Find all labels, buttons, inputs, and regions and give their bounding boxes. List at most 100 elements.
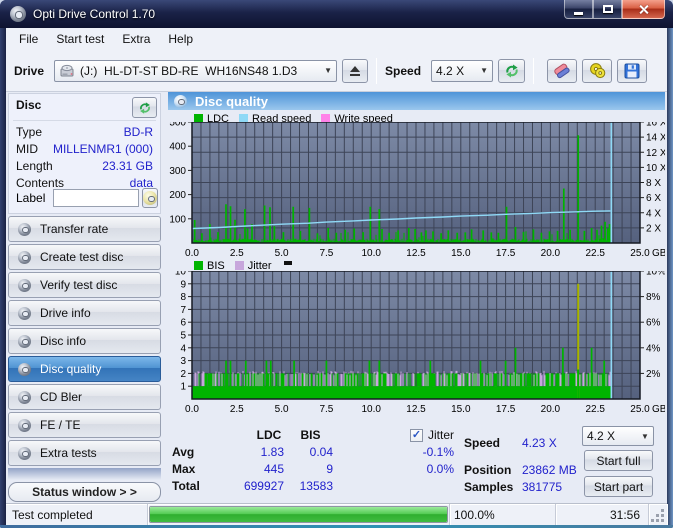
stat-row-label: Avg (172, 444, 222, 460)
sidebar-item-cd-bler[interactable]: CD Bler (8, 384, 161, 410)
disc-row-value: MILLENMR1 (000) (53, 141, 153, 158)
svg-text:1: 1 (180, 382, 186, 393)
menu-item-extra[interactable]: Extra (113, 29, 159, 49)
sidebar-item-label: Transfer rate (40, 222, 108, 236)
disc-info-row: TypeBD-R (16, 124, 153, 141)
stat-right-label: Samples (464, 479, 520, 495)
disc-icon (143, 191, 157, 205)
sidebar-item-fe-te[interactable]: FE / TE (8, 412, 161, 438)
app-window: Opti Drive Control 1.70 FileStart testEx… (0, 0, 673, 528)
svg-text:2.5: 2.5 (230, 404, 244, 415)
svg-text:7.5: 7.5 (319, 248, 333, 259)
sidebar-item-label: Drive info (40, 306, 91, 320)
sidebar-item-disc-quality[interactable]: Disc quality (8, 356, 161, 382)
disc-row-label: Length (16, 158, 53, 175)
drive-value: (J:) HL-DT-ST BD-RE WH16NS48 1.D3 (80, 64, 297, 78)
progress-cell (148, 504, 450, 525)
window-title: Opti Drive Control 1.70 (33, 7, 155, 21)
menu-item-file[interactable]: File (10, 29, 47, 49)
svg-text:14 X: 14 X (646, 133, 665, 144)
legend-mark (284, 261, 292, 265)
sidebar-item-label: Verify test disc (40, 278, 117, 292)
stat-right-label: Speed (464, 435, 520, 451)
svg-text:6%: 6% (646, 318, 661, 329)
eject-button[interactable] (342, 59, 368, 83)
svg-text:22.5: 22.5 (585, 248, 605, 259)
stat-ldc-value: 1.83 (222, 444, 284, 460)
speed-select[interactable]: 4.2 X ▼ (431, 60, 493, 82)
save-button[interactable] (617, 59, 647, 83)
svg-text:8%: 8% (646, 292, 661, 303)
svg-text:GB: GB (652, 248, 665, 259)
stat-jitter-value (358, 478, 454, 494)
disc-icon (18, 419, 31, 432)
minimize-icon (574, 12, 583, 15)
disc-panel-title: Disc (16, 98, 41, 112)
sidebar-item-verify-test-disc[interactable]: Verify test disc (8, 272, 161, 298)
ldc-speed-chart: 50040030020010016 X14 X12 X10 X8 X6 X4 X… (168, 122, 665, 265)
start-part-button[interactable]: Start part (584, 476, 653, 497)
stat-ldc-value: 699927 (222, 478, 284, 494)
disc-icon (18, 223, 31, 236)
sidebar-item-label: CD Bler (40, 390, 82, 404)
close-button[interactable] (622, 0, 665, 19)
stat-right-label: Position (464, 462, 520, 478)
disc-icon (18, 335, 31, 348)
svg-text:5.0: 5.0 (275, 248, 289, 259)
panel-header: Disc quality (168, 92, 665, 110)
svg-text:22.5: 22.5 (585, 404, 605, 415)
disc-label-button[interactable] (142, 188, 158, 208)
menu-item-start-test[interactable]: Start test (47, 29, 113, 49)
sidebar-item-label: FE / TE (40, 418, 80, 432)
svg-text:2 X: 2 X (646, 223, 661, 234)
divider (13, 120, 156, 121)
svg-text:8 X: 8 X (646, 178, 661, 189)
erase-button[interactable] (547, 59, 577, 83)
sidebar-item-transfer-rate[interactable]: Transfer rate (8, 216, 161, 242)
svg-text:10.0: 10.0 (361, 248, 381, 259)
drive-select[interactable]: (J:) HL-DT-ST BD-RE WH16NS48 1.D3 ▼ (54, 60, 337, 82)
svg-text:2.5: 2.5 (230, 248, 244, 259)
svg-text:7.5: 7.5 (319, 404, 333, 415)
label-field-label: Label (16, 191, 45, 205)
sidebar-item-extra-tests[interactable]: Extra tests (8, 440, 161, 466)
disc-icon (18, 279, 31, 292)
stat-right-value: 4.23 X (522, 435, 590, 451)
svg-text:20.0: 20.0 (541, 248, 561, 259)
svg-text:12.5: 12.5 (406, 404, 426, 415)
sidebar-item-disc-info[interactable]: Disc info (8, 328, 161, 354)
speed-label: Speed (385, 64, 421, 78)
stat-ldc-value: 445 (222, 461, 284, 477)
drive-label: Drive (14, 64, 44, 78)
resize-grip[interactable] (649, 504, 667, 525)
svg-text:17.5: 17.5 (496, 248, 516, 259)
sidebar-item-create-test-disc[interactable]: Create test disc (8, 244, 161, 270)
speed-select-bottom[interactable]: 4.2 X ▼ (582, 426, 654, 446)
svg-text:15.0: 15.0 (451, 248, 471, 259)
sidebar-item-label: Disc info (40, 334, 86, 348)
menu-item-help[interactable]: Help (159, 29, 202, 49)
panel-title: Disc quality (195, 94, 268, 109)
svg-text:2%: 2% (646, 369, 661, 380)
sidebar-gradient (8, 468, 161, 480)
svg-text:10.0: 10.0 (361, 404, 381, 415)
disc-icon (18, 391, 31, 404)
start-full-button[interactable]: Start full (584, 450, 653, 471)
disc-label-input[interactable] (53, 189, 139, 207)
toolbar-separator (376, 58, 377, 84)
disc-refresh-button[interactable] (132, 97, 157, 118)
disc-tools-button[interactable] (582, 59, 612, 83)
minimize-button[interactable] (564, 0, 593, 19)
svg-text:4 X: 4 X (646, 208, 661, 219)
maximize-icon (603, 5, 613, 13)
svg-text:6 X: 6 X (646, 193, 661, 204)
toolbar-separator (533, 58, 534, 84)
stat-row-label: Total (172, 478, 222, 494)
maximize-button[interactable] (593, 0, 622, 19)
status-window-button[interactable]: Status window > > (8, 482, 161, 502)
jitter-checkbox[interactable]: ✓ (410, 429, 423, 442)
refresh-button[interactable] (498, 59, 525, 83)
progress-percent: 100.0% (450, 504, 556, 525)
bis-chart-legend: BISJitter (194, 260, 292, 271)
sidebar-item-drive-info[interactable]: Drive info (8, 300, 161, 326)
